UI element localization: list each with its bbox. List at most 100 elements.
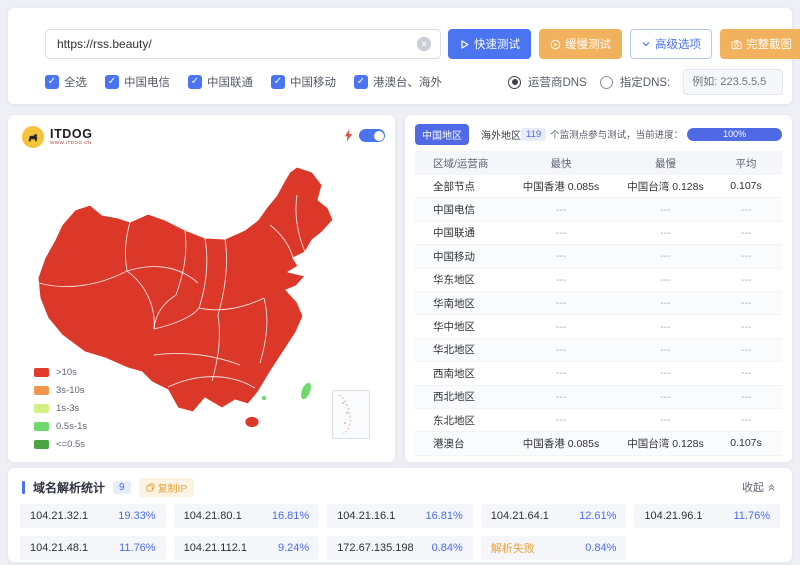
row-region: 西南地区 [415, 366, 501, 381]
row-fastest: --- [501, 391, 621, 403]
legend-swatch-3 [34, 422, 49, 431]
row-region: 华中地区 [415, 319, 501, 334]
table-row[interactable]: 西北地区 --- --- --- [415, 386, 782, 409]
ip-percent: 9.24% [278, 542, 309, 554]
row-average: --- [710, 321, 782, 333]
ip-cell[interactable]: 104.21.48.1 11.76% [20, 536, 166, 560]
hainan-island[interactable] [245, 417, 259, 428]
row-fastest: --- [501, 344, 621, 356]
legend-swatch-1 [34, 386, 49, 395]
table-row[interactable]: 东北地区 --- --- --- [415, 409, 782, 432]
col-slowest: 最慢 [621, 156, 710, 171]
ip-value: 104.21.32.1 [30, 510, 88, 522]
ip-percent: 19.33% [118, 510, 155, 522]
url-input[interactable] [55, 36, 417, 52]
taiwan-island[interactable] [298, 381, 313, 401]
checkbox-box-hmt-overseas[interactable]: ✓ [354, 75, 368, 89]
table-row[interactable]: 中国电信 --- --- --- [415, 198, 782, 221]
checkbox-hmt-overseas[interactable]: ✓ 港澳台、海外 [354, 74, 442, 90]
tab-china-region[interactable]: 中国地区 [415, 124, 469, 145]
full-screenshot-button[interactable]: 完整截图 [720, 29, 800, 59]
row-slowest: --- [621, 414, 710, 426]
table-row[interactable]: 华中地区 --- --- --- [415, 315, 782, 338]
table-row[interactable]: 中国移动 --- --- --- [415, 245, 782, 268]
row-slowest: --- [621, 391, 710, 403]
ip-cell[interactable]: 172.67.135.198 0.84% [327, 536, 473, 560]
row-fastest: --- [501, 297, 621, 309]
table-row[interactable]: 中国联通 --- --- --- [415, 222, 782, 245]
ip-percent: 11.76% [119, 542, 156, 554]
row-average: --- [710, 204, 782, 216]
row-slowest: --- [621, 250, 710, 262]
ip-cell[interactable]: 104.21.112.1 9.24% [174, 536, 320, 560]
copy-icon [146, 483, 155, 492]
row-region: 华北地区 [415, 342, 501, 357]
copy-ip-label: 复制IP [158, 480, 187, 495]
custom-dns-label: 指定DNS: [620, 74, 670, 90]
checkbox-china-unicom[interactable]: ✓ 中国联通 [188, 74, 253, 90]
slow-test-button[interactable]: 缓慢测试 [539, 29, 622, 59]
ip-cell[interactable]: 解析失败 0.84% [481, 536, 627, 560]
legend-item-3: 0.5s-1s [34, 421, 87, 432]
section-accent-bar [22, 481, 25, 494]
dns-header: 域名解析统计 9 复制IP 收起 [22, 478, 776, 496]
advanced-options-button[interactable]: 高级选项 [630, 29, 712, 59]
checkbox-box-china-telecom[interactable]: ✓ [105, 75, 119, 89]
full-screenshot-label: 完整截图 [746, 36, 792, 52]
dog-icon [22, 126, 44, 148]
hongkong-dot[interactable] [262, 396, 266, 400]
row-fastest: --- [501, 321, 621, 333]
checkbox-china-mobile[interactable]: ✓ 中国移动 [271, 74, 336, 90]
legend-label-3: 0.5s-1s [56, 421, 87, 432]
row-slowest: --- [621, 204, 710, 216]
table-row[interactable]: 全部节点 中国香港 0.085s 中国台湾 0.128s 0.107s [415, 175, 782, 198]
row-region: 东北地区 [415, 413, 501, 428]
page: ✕ 快速测试 缓慢测试 高级选项 [0, 0, 800, 565]
dns-radio-row: 运营商DNS 指定DNS: [508, 68, 783, 96]
checkbox-select-all[interactable]: ✓ 全选 [45, 74, 87, 90]
ip-value: 104.21.48.1 [30, 542, 88, 554]
ip-cell[interactable]: 104.21.96.1 11.76% [634, 504, 780, 528]
col-region: 区域/运营商 [415, 156, 501, 171]
table-row[interactable]: 港澳台 中国香港 0.085s 中国台湾 0.128s 0.107s [415, 432, 782, 455]
checkbox-label-china-telecom: 中国电信 [124, 74, 170, 90]
ip-cell[interactable]: 104.21.16.1 16.81% [327, 504, 473, 528]
ip-percent: 16.81% [425, 510, 462, 522]
clear-input-icon[interactable]: ✕ [417, 37, 431, 51]
table-row[interactable]: 华南地区 --- --- --- [415, 292, 782, 315]
row-region: 中国电信 [415, 202, 501, 217]
tab-overseas-region[interactable]: 海外地区 [481, 127, 521, 142]
legend-label-2: 1s-3s [56, 403, 79, 414]
row-fastest: --- [501, 227, 621, 239]
quick-test-button[interactable]: 快速测试 [448, 29, 531, 59]
checkbox-box-china-mobile[interactable]: ✓ [271, 75, 285, 89]
table-row[interactable]: 西南地区 --- --- --- [415, 362, 782, 385]
ip-value: 104.21.64.1 [491, 510, 549, 522]
row-average: --- [710, 297, 782, 309]
camera-icon [731, 39, 742, 50]
ip-cell[interactable]: 104.21.80.1 16.81% [174, 504, 320, 528]
checkbox-box-china-unicom[interactable]: ✓ [188, 75, 202, 89]
ip-value: 104.21.112.1 [184, 542, 247, 554]
checkbox-box-select-all[interactable]: ✓ [45, 75, 59, 89]
map-mode-toggle[interactable] [359, 129, 385, 142]
collapse-button[interactable]: 收起 [742, 479, 776, 495]
checkbox-china-telecom[interactable]: ✓ 中国电信 [105, 74, 170, 90]
ip-cell[interactable]: 104.21.64.1 12.61% [481, 504, 627, 528]
table-row[interactable]: 华东地区 --- --- --- [415, 269, 782, 292]
row-fastest: 中国香港 0.085s [501, 179, 621, 194]
url-input-box[interactable]: ✕ [45, 29, 441, 59]
map-toggle-group [344, 129, 385, 142]
legend-item-0: >10s [34, 367, 87, 378]
col-fastest: 最快 [501, 156, 621, 171]
custom-dns-radio[interactable] [600, 76, 613, 89]
table-row[interactable]: 华北地区 --- --- --- [415, 339, 782, 362]
custom-dns-input[interactable] [683, 69, 783, 95]
row-average: --- [710, 227, 782, 239]
row-slowest: --- [621, 297, 710, 309]
copy-ip-button[interactable]: 复制IP [139, 478, 194, 497]
map-card: ITDOG WWW.ITDOG.CN >10s 3s-10s 1s-3s 0.5… [8, 115, 395, 462]
isp-dns-radio[interactable] [508, 76, 521, 89]
legend-item-4: <=0.5s [34, 439, 87, 450]
ip-cell[interactable]: 104.21.32.1 19.33% [20, 504, 166, 528]
